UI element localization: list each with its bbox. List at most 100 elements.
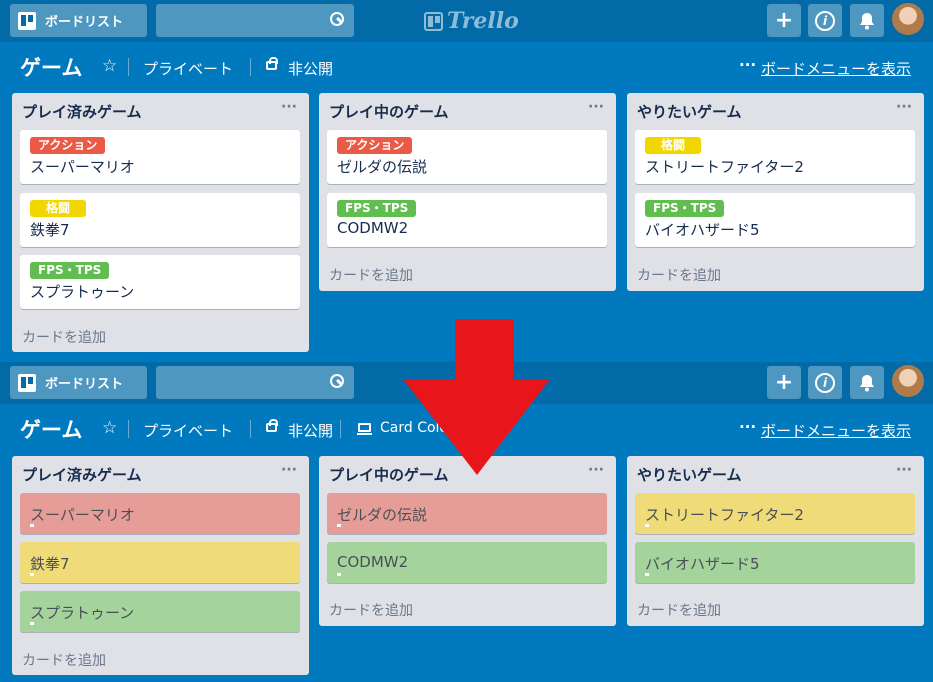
- boards-button-label: ボードリスト: [45, 15, 124, 30]
- colored-card[interactable]: スーパーマリオ: [20, 493, 300, 534]
- visibility-button[interactable]: 非公開: [288, 420, 333, 441]
- list-menu-icon[interactable]: ···: [588, 99, 604, 115]
- card-label: アクション: [30, 137, 106, 154]
- card-title: ゼルダの伝説: [337, 506, 428, 524]
- bell-icon: [860, 12, 874, 29]
- search-input[interactable]: [156, 366, 354, 399]
- plus-icon: +: [774, 370, 794, 395]
- trello-logo[interactable]: Trello: [424, 8, 519, 34]
- add-button[interactable]: +: [767, 366, 801, 399]
- add-card-button[interactable]: カードを追加: [22, 327, 106, 347]
- card-title: ストリートファイター2: [645, 506, 804, 524]
- menu-dots-icon[interactable]: ···: [739, 56, 756, 74]
- search-input[interactable]: [156, 4, 354, 37]
- divider: [250, 58, 251, 76]
- card-title: ゼルダの伝説: [337, 158, 428, 176]
- add-card-button[interactable]: カードを追加: [329, 265, 413, 285]
- colored-card[interactable]: バイオハザード5: [635, 542, 915, 583]
- card-badge: [30, 524, 34, 527]
- add-card-button[interactable]: カードを追加: [329, 600, 413, 620]
- list: プレイ済みゲーム ··· アクション スーパーマリオ 格闘 鉄拳7 FPS・TP…: [12, 93, 309, 352]
- add-card-button[interactable]: カードを追加: [22, 650, 106, 670]
- lock-icon: [266, 419, 278, 432]
- card[interactable]: アクション ゼルダの伝説: [327, 130, 607, 184]
- card-title: 鉄拳7: [30, 221, 70, 239]
- divider: [340, 420, 341, 438]
- colored-card[interactable]: ストリートファイター2: [635, 493, 915, 534]
- card[interactable]: アクション スーパーマリオ: [20, 130, 300, 184]
- board-icon: [18, 373, 36, 392]
- top-header: ボードリスト Trello + i: [0, 0, 933, 42]
- info-icon: i: [815, 372, 835, 393]
- card-badge: [645, 524, 649, 527]
- divider: [128, 420, 129, 438]
- card[interactable]: FPS・TPS バイオハザード5: [635, 193, 915, 247]
- avatar[interactable]: [892, 365, 924, 397]
- card-label: FPS・TPS: [645, 200, 725, 217]
- show-board-menu-link[interactable]: ボードメニューを表示: [761, 420, 911, 441]
- list: プレイ済みゲーム ··· スーパーマリオ 鉄拳7 スプラトゥーン カードを追加: [12, 456, 309, 675]
- list: やりたいゲーム ··· 格闘 ストリートファイター2 FPS・TPS バイオハザ…: [627, 93, 924, 291]
- divider: [128, 58, 129, 76]
- visibility-button[interactable]: 非公開: [288, 58, 333, 79]
- lock-icon: [266, 57, 278, 70]
- card-title: CODMW2: [337, 219, 409, 237]
- add-card-button[interactable]: カードを追加: [637, 265, 721, 285]
- card-title: バイオハザード5: [645, 555, 760, 573]
- powerup-icon: [357, 423, 372, 435]
- boards-button-label: ボードリスト: [45, 377, 124, 392]
- card-title: スーパーマリオ: [30, 158, 135, 176]
- list-title[interactable]: プレイ中のゲーム: [329, 101, 449, 122]
- boards-button[interactable]: ボードリスト: [10, 4, 147, 37]
- card[interactable]: 格闘 ストリートファイター2: [635, 130, 915, 184]
- board-title[interactable]: ゲーム: [20, 414, 82, 444]
- card[interactable]: 格闘 鉄拳7: [20, 193, 300, 247]
- notifications-button[interactable]: [850, 366, 884, 399]
- add-card-button[interactable]: カードを追加: [637, 600, 721, 620]
- star-icon[interactable]: ☆: [102, 418, 117, 438]
- list-title[interactable]: やりたいゲーム: [637, 464, 742, 485]
- colored-card[interactable]: ゼルダの伝説: [327, 493, 607, 534]
- colored-card[interactable]: CODMW2: [327, 542, 607, 583]
- bell-icon: [860, 374, 874, 391]
- card-title: バイオハザード5: [645, 221, 760, 239]
- team-visibility-button[interactable]: プライベート: [143, 420, 233, 441]
- card-title: 鉄拳7: [30, 555, 70, 573]
- card-label: アクション: [337, 137, 413, 154]
- card-title: ストリートファイター2: [645, 158, 804, 176]
- add-button[interactable]: +: [767, 4, 801, 37]
- info-button[interactable]: i: [808, 366, 842, 399]
- card[interactable]: FPS・TPS スプラトゥーン: [20, 255, 300, 309]
- list-title[interactable]: プレイ済みゲーム: [22, 464, 142, 485]
- card-badge: [337, 524, 341, 527]
- menu-dots-icon[interactable]: ···: [739, 418, 756, 436]
- board-icon: [18, 11, 36, 30]
- card-badge: [30, 622, 34, 625]
- list-title[interactable]: やりたいゲーム: [637, 101, 742, 122]
- screenshot-before: ボードリスト Trello + i ゲーム ☆ プライベート 非公開 ··· ボ…: [0, 0, 933, 362]
- info-button[interactable]: i: [808, 4, 842, 37]
- avatar[interactable]: [892, 3, 924, 35]
- search-icon[interactable]: [330, 12, 344, 26]
- list-menu-icon[interactable]: ···: [896, 99, 912, 115]
- search-icon[interactable]: [330, 374, 344, 388]
- card-label: FPS・TPS: [337, 200, 417, 217]
- boards-button[interactable]: ボードリスト: [10, 366, 147, 399]
- board-title[interactable]: ゲーム: [20, 52, 82, 82]
- card-title: スプラトゥーン: [30, 604, 135, 622]
- colored-card[interactable]: 鉄拳7: [20, 542, 300, 583]
- team-visibility-button[interactable]: プライベート: [143, 58, 233, 79]
- list: プレイ中のゲーム ··· ゼルダの伝説 CODMW2 カードを追加: [319, 456, 616, 626]
- trello-logo-icon: [424, 11, 443, 31]
- list-menu-icon[interactable]: ···: [896, 462, 912, 478]
- list-menu-icon[interactable]: ···: [281, 99, 297, 115]
- list-title[interactable]: プレイ済みゲーム: [22, 101, 142, 122]
- card[interactable]: FPS・TPS CODMW2: [327, 193, 607, 247]
- colored-card[interactable]: スプラトゥーン: [20, 591, 300, 632]
- card-title: スーパーマリオ: [30, 506, 135, 524]
- notifications-button[interactable]: [850, 4, 884, 37]
- show-board-menu-link[interactable]: ボードメニューを表示: [761, 58, 911, 79]
- list-menu-icon[interactable]: ···: [588, 462, 604, 478]
- list-menu-icon[interactable]: ···: [281, 462, 297, 478]
- star-icon[interactable]: ☆: [102, 56, 117, 76]
